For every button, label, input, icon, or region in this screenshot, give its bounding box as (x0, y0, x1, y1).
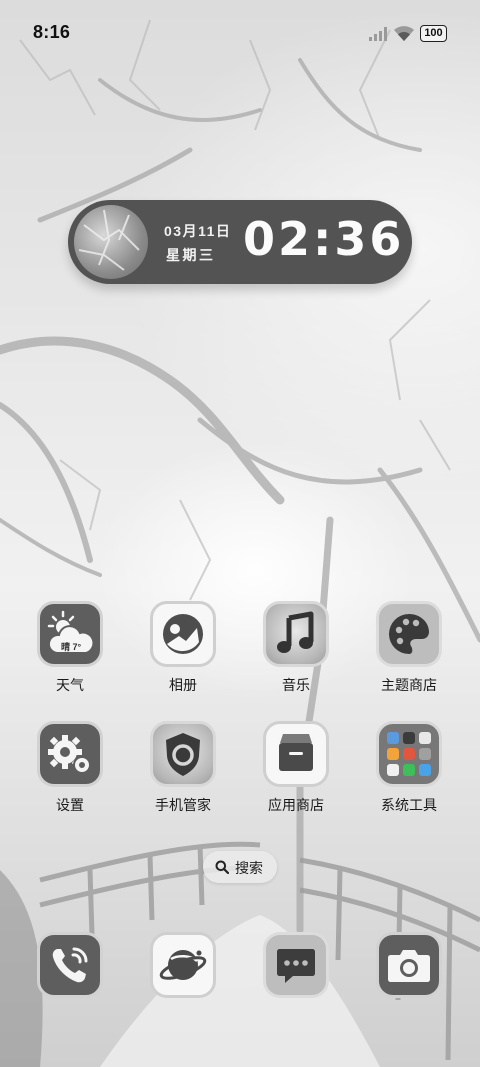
app-label: 主题商店 (381, 677, 437, 693)
app-weather[interactable]: 晴 7° 天气 (25, 601, 115, 695)
app-system-tools-folder[interactable]: 系统工具 (364, 721, 454, 815)
search-icon (215, 860, 229, 874)
wifi-icon (393, 25, 415, 47)
status-time: 8:16 (33, 22, 71, 42)
app-label: 音乐 (282, 677, 310, 693)
app-settings[interactable]: 设置 (25, 721, 115, 815)
dock-camera[interactable] (376, 932, 442, 998)
widget-photo (74, 205, 148, 279)
weather-icon[interactable]: 晴 7° (37, 601, 103, 667)
settings-icon[interactable] (37, 721, 103, 787)
theme-store-icon[interactable] (376, 601, 442, 667)
clock-widget[interactable]: 03月11日 星期三 02:36 (68, 200, 412, 284)
music-icon[interactable] (263, 601, 329, 667)
app-label: 手机管家 (155, 797, 211, 813)
dock-phone[interactable] (37, 932, 103, 998)
app-label: 系统工具 (381, 797, 437, 813)
widget-date: 03月11日 (164, 223, 232, 239)
signal-icon (369, 27, 387, 46)
browser-icon[interactable] (150, 932, 216, 998)
app-app-store[interactable]: 应用商店 (251, 721, 341, 815)
phone-icon[interactable] (37, 932, 103, 998)
camera-icon[interactable] (376, 932, 442, 998)
app-gallery[interactable]: 相册 (138, 601, 228, 695)
app-label: 相册 (169, 677, 197, 693)
status-bar: 8:16 100 (0, 0, 480, 68)
phone-manager-icon[interactable] (150, 721, 216, 787)
widget-time: 02:36 (243, 212, 405, 266)
battery-icon: 100 (420, 25, 447, 42)
system-tools-folder-icon[interactable] (376, 721, 442, 787)
search-button[interactable]: 搜索 (203, 851, 277, 883)
gallery-icon[interactable] (150, 601, 216, 667)
weather-temp: 晴 7° (61, 642, 82, 652)
app-label: 应用商店 (268, 797, 324, 813)
dock-browser[interactable] (150, 932, 216, 998)
app-store-icon[interactable] (263, 721, 329, 787)
wallpaper (0, 0, 480, 1067)
app-phone-manager[interactable]: 手机管家 (138, 721, 228, 815)
app-music[interactable]: 音乐 (251, 601, 341, 695)
search-label: 搜索 (235, 860, 263, 876)
app-theme-store[interactable]: 主题商店 (364, 601, 454, 695)
app-label: 设置 (56, 797, 84, 813)
messages-icon[interactable] (263, 932, 329, 998)
dock-messages[interactable] (263, 932, 329, 998)
app-label: 天气 (56, 677, 84, 693)
widget-weekday: 星期三 (166, 247, 216, 263)
